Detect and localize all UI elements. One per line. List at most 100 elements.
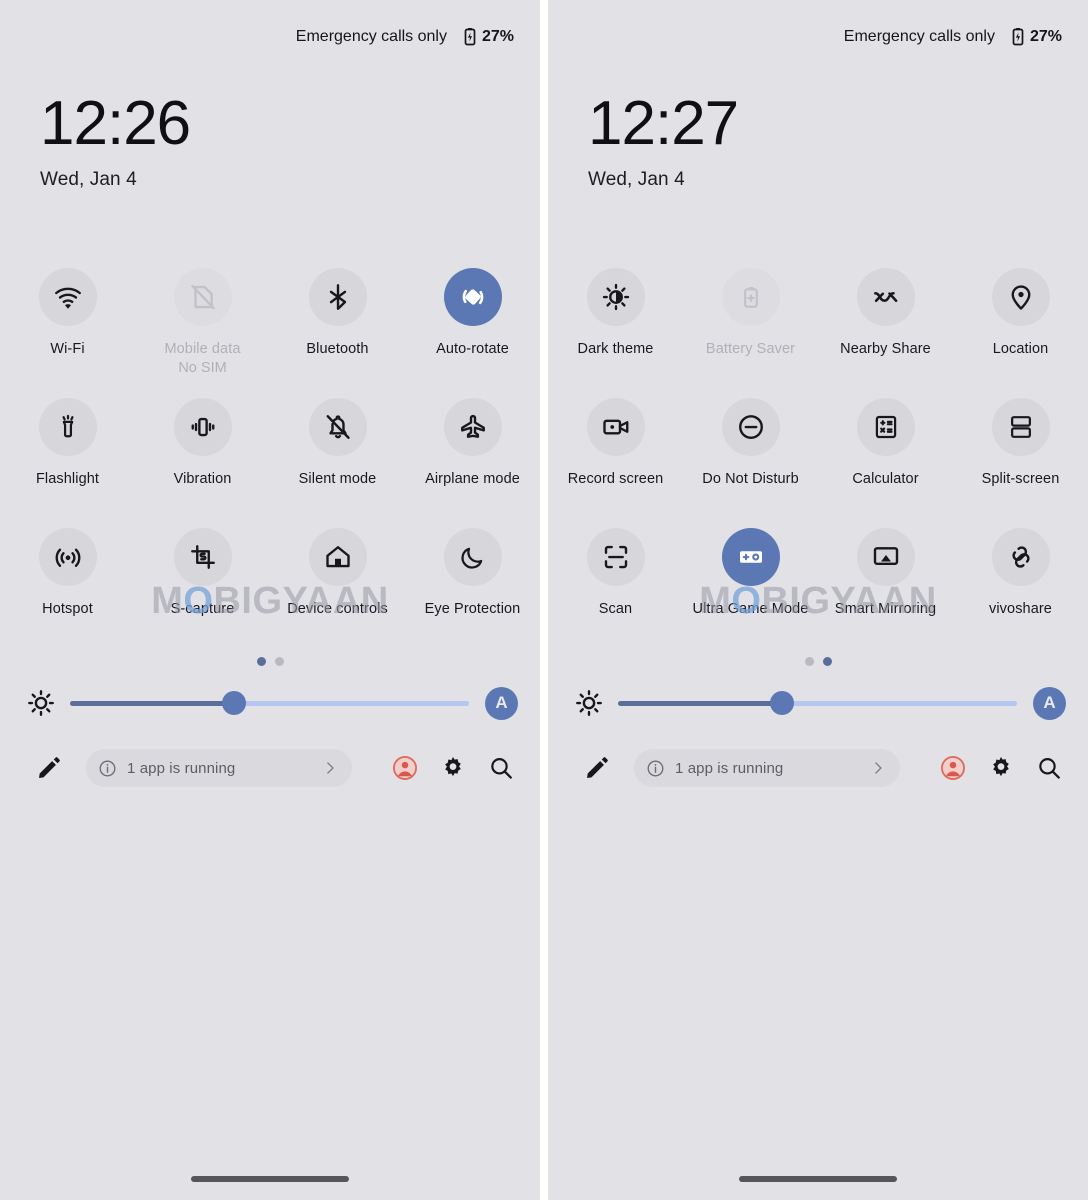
page-indicator[interactable] [0,657,540,666]
tile-bubble [443,398,502,456]
user-circle-icon[interactable] [940,755,966,781]
brightness-slider[interactable] [70,682,469,724]
scan-frame-icon [604,545,627,569]
brightness-row: A [26,682,518,724]
quick-settings-footer: 1 app is running [584,745,1062,791]
pencil-icon[interactable] [584,755,610,781]
tile-calculator[interactable]: Calculator [818,398,953,514]
status-carrier-text: Emergency calls only [843,28,995,45]
tile-eye-protection[interactable]: Eye Protection [405,528,540,644]
brightness-slider[interactable] [618,682,1017,724]
battery-percent-text: 27% [1029,27,1062,45]
chevron-right-icon [875,762,882,774]
tile-mobile-data[interactable]: Mobile data No SIM [135,268,270,384]
tile-location[interactable]: Location [953,268,1088,384]
tile-label: Split-screen [981,471,1060,487]
page-dot-2[interactable] [274,657,284,666]
slider-fill [618,700,782,706]
tile-nearby-share[interactable]: Nearby Share [818,268,953,384]
status-carrier-text: Emergency calls only [295,28,447,45]
tile-s-capture[interactable]: S-capture [135,528,270,644]
tile-auto-rotate[interactable]: Auto-rotate [405,268,540,384]
tile-hotspot[interactable]: Hotspot [0,528,135,644]
tile-scan[interactable]: Scan [548,528,683,644]
bell-off-icon [326,415,350,439]
tile-do-not-disturb[interactable]: Do Not Disturb [683,398,818,514]
page-dot-1[interactable] [256,657,266,666]
tile-battery-saver[interactable]: Battery Saver [683,268,818,384]
search-icon[interactable] [1036,755,1062,781]
tile-ultra-game-mode[interactable]: Ultra Game Mode [683,528,818,644]
quick-settings-tile-grid: Wi-Fi Mobile data No SIM Bluetooth Auto-… [0,268,540,644]
tile-label: Eye Protection [424,601,521,617]
clock-block: 12:26 Wed, Jan 4 [40,92,191,191]
tile-label: Airplane mode [425,471,520,487]
tile-bubble [856,268,915,326]
tile-label: Mobile data [164,341,241,357]
tile-bubble [308,398,367,456]
tile-label: S-capture [170,601,235,617]
tile-label: Do Not Disturb [702,471,799,487]
page-indicator[interactable] [548,657,1088,666]
quick-settings-footer: 1 app is running [36,745,514,791]
moon-icon [460,547,482,569]
tile-vibration[interactable]: Vibration [135,398,270,514]
tile-split-screen[interactable]: Split-screen [953,398,1088,514]
tile-airplane-mode[interactable]: Airplane mode [405,398,540,514]
battery-charging-icon [1012,28,1024,46]
running-apps-pill[interactable]: 1 app is running [86,749,352,787]
page-dot-1[interactable] [804,657,814,666]
auto-brightness-button[interactable]: A [1033,686,1066,720]
tile-bubble [38,268,97,326]
tile-vivoshare[interactable]: vivoshare [953,528,1088,644]
dual-screenshot-container: Emergency calls only 27% 12:26 Wed, Jan … [0,0,1088,1200]
status-bar: Emergency calls only 27% [0,0,540,46]
user-circle-icon[interactable] [392,755,418,781]
slider-thumb[interactable] [221,691,246,715]
tile-dark-theme[interactable]: Dark theme [548,268,683,384]
tile-bubble [308,268,367,326]
tile-label: Ultra Game Mode [692,601,809,617]
tile-wifi[interactable]: Wi-Fi [0,268,135,384]
tile-smart-mirroring[interactable]: Smart Mirroring [818,528,953,644]
tile-label: Wi-Fi [50,341,85,357]
gear-icon[interactable] [440,755,466,781]
auto-brightness-button[interactable]: A [485,686,518,720]
tile-label: vivoshare [989,601,1052,617]
info-circle-icon [99,760,116,776]
location-pin-icon [1011,285,1030,310]
tile-flashlight[interactable]: Flashlight [0,398,135,514]
tile-record-screen[interactable]: Record screen [548,398,683,514]
search-icon[interactable] [488,755,514,781]
tile-bluetooth[interactable]: Bluetooth [270,268,405,384]
pencil-icon[interactable] [36,755,62,781]
tile-label: Silent mode [298,471,377,487]
minus-circle-icon [738,415,763,439]
tile-bubble [38,528,97,586]
clock-block: 12:27 Wed, Jan 4 [588,89,739,191]
tile-label: Calculator [852,471,919,487]
slider-thumb[interactable] [769,691,794,715]
battery-saver-icon [743,286,758,308]
dark-theme-icon [602,283,629,311]
tile-label: Battery Saver [705,341,796,357]
tile-bubble [991,528,1050,586]
slider-fill [70,700,234,706]
battery-charging-icon [464,28,476,46]
bluetooth-icon [329,284,346,310]
tile-silent-mode[interactable]: Silent mode [270,398,405,514]
tile-device-controls[interactable]: Device controls [270,528,405,644]
wifi-icon [54,287,81,309]
brightness-sun-icon [28,690,54,716]
gear-icon[interactable] [988,755,1014,781]
running-apps-pill[interactable]: 1 app is running [634,749,900,787]
page-dot-2[interactable] [822,657,832,666]
tile-bubble [721,268,780,326]
running-apps-text: 1 app is running [675,759,784,777]
clock-time: 12:27 [588,89,739,158]
tile-bubble [38,398,97,456]
tile-label: Smart Mirroring [834,601,937,617]
tile-label: Bluetooth [306,341,369,357]
gamepad-icon [739,551,762,563]
tile-bubble [856,398,915,456]
